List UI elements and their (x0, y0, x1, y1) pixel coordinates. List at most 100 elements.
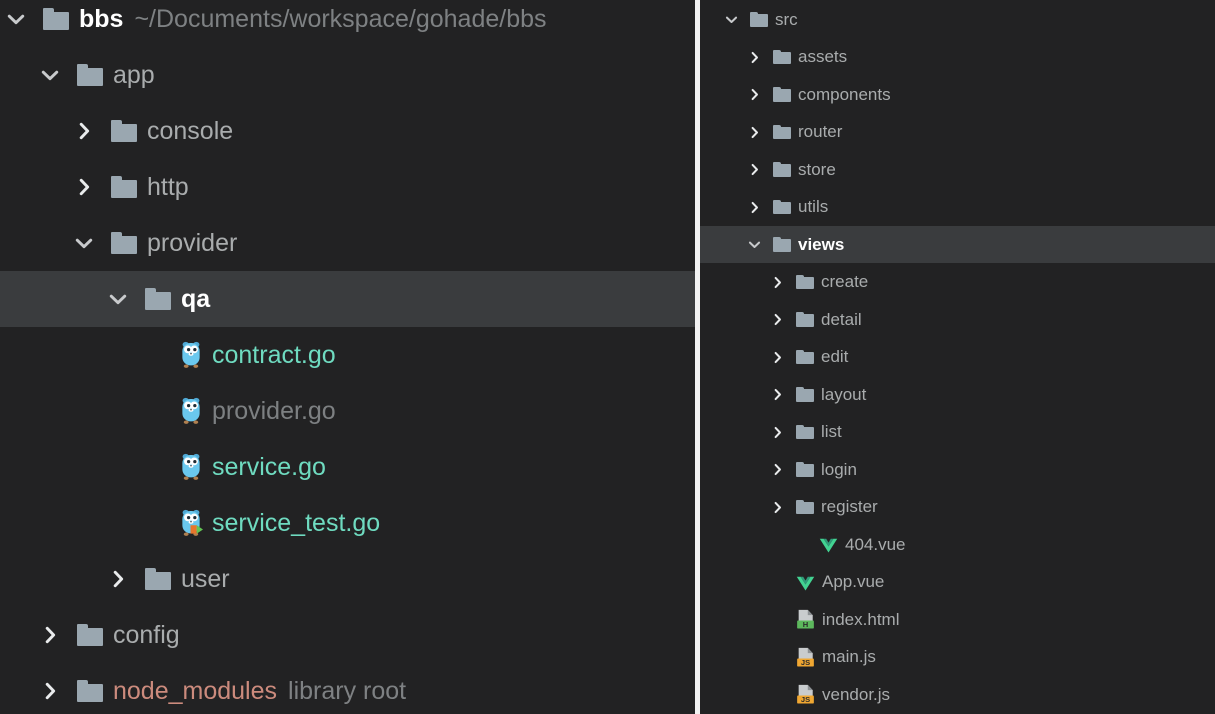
tree-row-label: config (113, 620, 180, 649)
chevron-right-icon[interactable] (36, 677, 64, 705)
tree-row[interactable]: service.go (0, 439, 695, 495)
tree-row[interactable]: node_modules library root (0, 663, 695, 714)
chevron-right-icon[interactable] (768, 423, 787, 442)
tree-row-label: edit (821, 347, 849, 366)
chevron-right-icon[interactable] (745, 198, 764, 217)
tree-row[interactable]: JS vendor.js (700, 676, 1215, 713)
twisty-placeholder (768, 573, 787, 592)
tree-row-label: src (775, 9, 798, 29)
tree-row[interactable]: app (0, 47, 695, 103)
tree-row-label: store (798, 159, 836, 179)
tree-row[interactable]: JS main.js (700, 639, 1215, 676)
tree-row-label: utils (798, 197, 829, 216)
chevron-right-icon[interactable] (70, 173, 98, 201)
tree-row[interactable]: config (0, 607, 695, 663)
folder-icon (111, 120, 137, 142)
tree-row-label: bbs (79, 4, 124, 33)
tree-row[interactable]: components (700, 76, 1215, 113)
tree-row[interactable]: detail (700, 301, 1215, 338)
left-project-tree-panel[interactable]: bbs ~/Documents/workspace/gohade/bbs app co… (0, 0, 695, 714)
chevron-right-icon[interactable] (768, 385, 787, 404)
folder-icon (77, 680, 103, 702)
tree-row-label: components (798, 84, 891, 104)
tree-row[interactable]: utils (700, 189, 1215, 226)
chevron-down-icon[interactable] (70, 229, 98, 257)
chevron-right-icon[interactable] (768, 498, 787, 517)
folder-icon (773, 237, 791, 252)
folder-icon (111, 232, 137, 254)
chevron-down-icon[interactable] (104, 285, 132, 313)
chevron-down-icon[interactable] (745, 235, 764, 254)
folder-icon (773, 199, 791, 215)
tree-row[interactable]: App.vue (700, 564, 1215, 601)
twisty-placeholder (138, 341, 166, 369)
go-gopher-icon (179, 341, 203, 369)
tree-row-suffix: library root (288, 676, 407, 705)
tree-row[interactable]: router (700, 114, 1215, 151)
tree-row[interactable]: provider.go (0, 383, 695, 439)
tree-row-label: detail (821, 309, 862, 329)
tree-row[interactable]: assets (700, 39, 1215, 76)
chevron-right-icon[interactable] (768, 460, 787, 479)
twisty-placeholder (791, 535, 810, 554)
tree-row[interactable]: layout (700, 376, 1215, 413)
twisty-placeholder (768, 648, 787, 667)
tree-row[interactable]: http (0, 159, 695, 215)
go-gopher-icon (179, 397, 203, 425)
chevron-right-icon[interactable] (745, 123, 764, 142)
html-file-icon: H (796, 609, 815, 630)
tree-row[interactable]: create (700, 264, 1215, 301)
tree-row[interactable]: login (700, 451, 1215, 488)
tree-row[interactable]: provider (0, 215, 695, 271)
chevron-right-icon[interactable] (768, 310, 787, 329)
tree-row-label: qa (181, 284, 211, 313)
tree-row[interactable]: edit (700, 339, 1215, 376)
tree-row[interactable]: src (700, 1, 1215, 38)
chevron-right-icon[interactable] (745, 85, 764, 104)
tree-row-label: node_modules (113, 676, 278, 705)
right-project-tree-panel[interactable]: src assets components router store utils views… (700, 0, 1215, 714)
tree-row[interactable]: register (700, 489, 1215, 526)
tree-row[interactable]: list (700, 414, 1215, 451)
folder-icon (796, 274, 814, 290)
twisty-placeholder (768, 610, 787, 629)
folder-icon (750, 12, 768, 27)
tree-row[interactable]: 404.vue (700, 526, 1215, 563)
tree-row[interactable]: bbs ~/Documents/workspace/gohade/bbs (0, 0, 695, 47)
tree-row-label: assets (798, 47, 848, 66)
tree-row-label: 404.vue (845, 534, 906, 554)
folder-icon (796, 349, 814, 365)
tree-row[interactable]: views (700, 226, 1215, 263)
tree-row[interactable]: console (0, 103, 695, 159)
chevron-right-icon[interactable] (36, 621, 64, 649)
chevron-down-icon[interactable] (2, 5, 30, 33)
go-gopher-test-icon (179, 509, 203, 537)
tree-row-label: http (147, 172, 189, 201)
tree-row-label: service_test.go (212, 508, 381, 537)
tree-row[interactable]: store (700, 151, 1215, 188)
twisty-placeholder (768, 685, 787, 704)
tree-row-label: layout (821, 384, 867, 404)
chevron-right-icon[interactable] (745, 160, 764, 179)
chevron-right-icon[interactable] (768, 348, 787, 367)
vue-file-icon (796, 573, 815, 592)
folder-icon (773, 49, 791, 65)
chevron-down-icon[interactable] (722, 10, 741, 29)
tree-row-label: console (147, 116, 234, 145)
js-file-icon: JS (796, 647, 815, 668)
tree-row-label: create (821, 272, 869, 291)
chevron-right-icon[interactable] (70, 117, 98, 145)
tree-row[interactable]: user (0, 551, 695, 607)
tree-row-label: index.html (822, 609, 900, 629)
twisty-placeholder (138, 509, 166, 537)
tree-row[interactable]: contract.go (0, 327, 695, 383)
chevron-right-icon[interactable] (745, 48, 764, 67)
chevron-right-icon[interactable] (768, 273, 787, 292)
tree-row[interactable]: qa (0, 271, 695, 327)
tree-row[interactable]: service_test.go (0, 495, 695, 551)
tree-row-label: service.go (212, 452, 326, 481)
chevron-down-icon[interactable] (36, 61, 64, 89)
project-tool-window: bbs ~/Documents/workspace/gohade/bbs app co… (0, 0, 1215, 714)
chevron-right-icon[interactable] (104, 565, 132, 593)
tree-row[interactable]: Hindex.html (700, 601, 1215, 638)
